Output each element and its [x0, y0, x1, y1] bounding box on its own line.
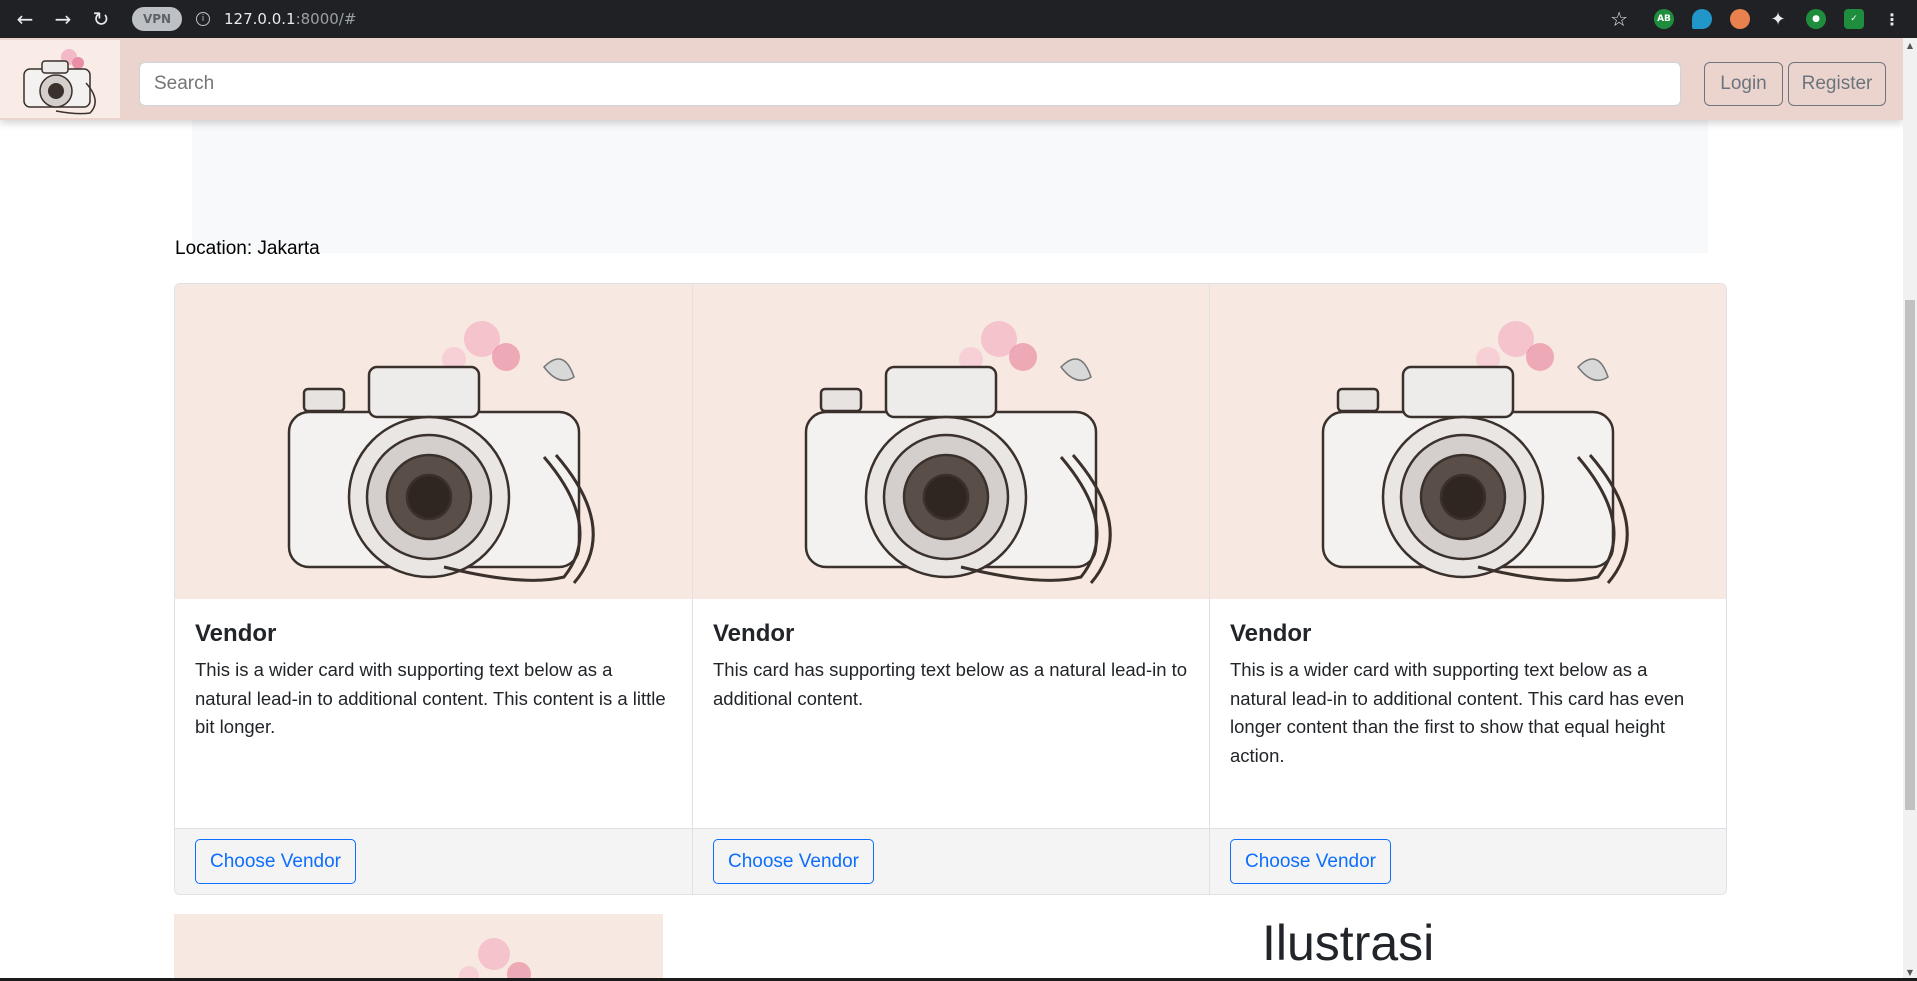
- choose-vendor-button[interactable]: Choose Vendor: [1230, 839, 1391, 884]
- illustration-image: [174, 914, 663, 981]
- card-text: This is a wider card with supporting tex…: [195, 659, 666, 737]
- vpn-badge[interactable]: VPN: [132, 7, 182, 31]
- scroll-up-icon[interactable]: ▲: [1906, 42, 1914, 50]
- card-footer: Choose Vendor: [175, 828, 692, 894]
- card-image: [1210, 284, 1726, 599]
- camera-illustration: [287, 320, 595, 584]
- info-icon[interactable]: i: [196, 12, 210, 26]
- address-bar[interactable]: VPN i 127.0.0.1:8000/# ☆: [126, 4, 1638, 34]
- card-text: This card has supporting text below as a…: [713, 659, 1188, 709]
- card-footer: Choose Vendor: [693, 828, 1209, 894]
- vendor-card-group: Vendor This is a wider card with support…: [174, 283, 1727, 895]
- card-title: Vendor: [195, 620, 277, 647]
- url-host: 127.0.0.1: [224, 10, 296, 28]
- scroll-down-icon[interactable]: ▼: [1906, 969, 1914, 977]
- card-body: Vendor This is a wider card with support…: [1210, 599, 1726, 828]
- location-text: Location: Jakarta: [175, 238, 320, 259]
- card-image: [175, 284, 692, 599]
- shield-check-icon[interactable]: ✓: [1844, 9, 1864, 29]
- forward-icon[interactable]: →: [44, 0, 82, 38]
- vendor-card: Vendor This is a wider card with support…: [175, 284, 692, 894]
- card-title: Vendor: [713, 620, 795, 647]
- star-icon[interactable]: ☆: [1610, 7, 1628, 31]
- register-button[interactable]: Register: [1788, 62, 1886, 106]
- card-body: Vendor This card has supporting text bel…: [693, 599, 1209, 828]
- search-input[interactable]: [139, 62, 1681, 106]
- choose-vendor-button[interactable]: Choose Vendor: [713, 839, 874, 884]
- reload-icon[interactable]: ↻: [82, 0, 120, 38]
- navbar: Login Register: [0, 38, 1903, 120]
- back-icon[interactable]: ←: [6, 0, 44, 38]
- camera-illustration: [804, 320, 1112, 584]
- login-button[interactable]: Login: [1704, 62, 1783, 106]
- card-text: This is a wider card with supporting tex…: [1230, 659, 1685, 766]
- vendor-card: Vendor This card has supporting text bel…: [692, 284, 1209, 894]
- url-text[interactable]: 127.0.0.1:8000/#: [224, 10, 356, 28]
- card-image: [693, 284, 1209, 599]
- camera-illustration: [459, 938, 531, 981]
- menu-icon[interactable]: ⋮: [1882, 9, 1902, 29]
- extension-ab-icon[interactable]: AB: [1654, 9, 1674, 29]
- card-body: Vendor This is a wider card with support…: [175, 599, 692, 828]
- hero-panel: [192, 120, 1708, 253]
- brand-logo[interactable]: [0, 40, 120, 118]
- card-title: Vendor: [1230, 620, 1312, 647]
- camera-illustration: [1321, 320, 1629, 584]
- vendor-card: Vendor This is a wider card with support…: [1209, 284, 1726, 894]
- profile-icon[interactable]: ●: [1806, 9, 1826, 29]
- page-scrollbar[interactable]: ▲ ▼: [1903, 38, 1917, 981]
- extension-bubble-icon[interactable]: [1692, 9, 1712, 29]
- camera-logo-icon: [23, 49, 96, 115]
- card-footer: Choose Vendor: [1210, 828, 1726, 894]
- section-title: Ilustrasi: [1262, 915, 1435, 971]
- scroll-thumb[interactable]: [1905, 300, 1915, 810]
- browser-toolbar: ← → ↻ VPN i 127.0.0.1:8000/# ☆ AB ✦ ● ✓ …: [0, 0, 1917, 38]
- puzzle-icon[interactable]: ✦: [1768, 9, 1788, 30]
- cookie-icon[interactable]: [1730, 9, 1750, 29]
- choose-vendor-button[interactable]: Choose Vendor: [195, 839, 356, 884]
- page-viewport: Location: Jakarta Vendor This is a wider…: [0, 38, 1903, 981]
- url-path: :8000/#: [295, 10, 357, 28]
